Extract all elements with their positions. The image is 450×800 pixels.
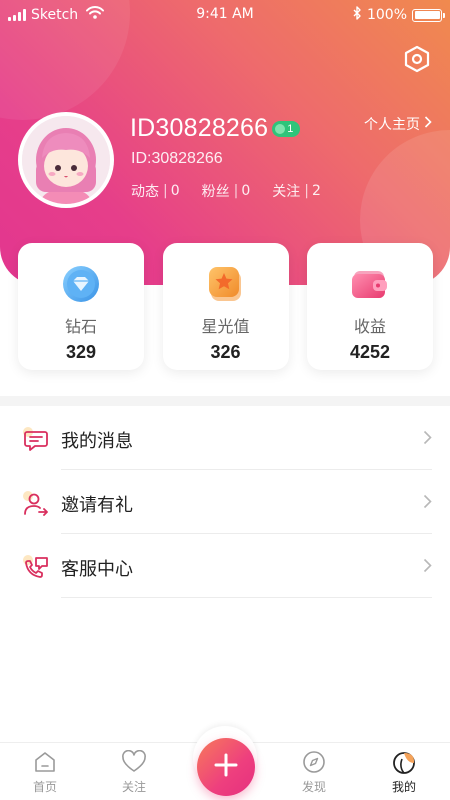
stat-label: 关注 [272,184,301,200]
stat-fans[interactable]: 粉丝 | 0 [202,181,251,201]
wallet-icon [351,265,389,303]
menu-label: 我的消息 [61,431,133,452]
card-value: 326 [210,342,241,362]
personal-homepage-link[interactable]: 个人主页 [364,114,432,134]
tab-label: 发现 [301,780,326,794]
asset-cards: 钻石 329 星光值 326 收益 4252 [18,243,433,370]
avatar-image [22,116,110,204]
star-icon [207,265,245,303]
tab-label: 首页 [32,780,57,794]
stat-following[interactable]: 关注 | 2 [272,181,321,201]
user-id: ID:30828266 [131,150,223,167]
tab-follow[interactable]: 关注 [104,749,164,795]
stat-value: 0 [241,183,251,199]
card-value: 329 [65,342,97,362]
menu-item-customer-service[interactable]: 客服中心 [0,534,450,598]
earnings-card[interactable]: 收益 4252 [307,243,433,370]
section-divider [0,396,450,406]
battery-icon [412,8,445,22]
menu-item-messages[interactable]: 我的消息 [0,406,450,470]
tab-label: 我的 [391,780,416,794]
username-text: ID30828266 [130,114,269,142]
chevron-right-icon [424,116,432,132]
home-icon [15,749,75,775]
message-icon [22,426,50,454]
profile-link-label: 个人主页 [364,117,420,133]
create-post-button[interactable] [197,738,255,796]
stat-value: 0 [170,183,180,199]
settings-hexagon-icon [404,45,430,77]
menu-divider [61,597,432,598]
card-label: 收益 [353,317,386,336]
chevron-right-icon [423,430,432,449]
stat-label: 动态 [131,184,159,200]
avatar[interactable] [18,112,114,208]
menu-list: 我的消息 邀请有礼 客服中心 [0,406,450,598]
username: ID30828266 1 [130,114,300,143]
card-value: 4252 [349,342,391,362]
compass-icon [284,749,344,775]
tab-discover[interactable]: 发现 [284,749,344,795]
battery-percent: 100% [366,7,407,23]
plus-icon [214,753,238,781]
diamond-card[interactable]: 钻石 329 [18,243,144,370]
menu-label: 邀请有礼 [61,495,133,516]
stat-posts[interactable]: 动态 | 0 [131,181,180,201]
invite-user-icon [22,490,50,518]
stat-value: 2 [312,183,321,199]
tab-home[interactable]: 首页 [15,749,75,795]
chevron-right-icon [423,494,432,513]
profile-stats: 动态 | 0 粉丝 | 0 关注 | 2 [131,181,321,201]
level-value: 1 [287,122,294,135]
stat-label: 粉丝 [201,184,230,200]
chevron-right-icon [423,558,432,577]
customer-service-icon [22,554,50,582]
bluetooth-icon [353,6,362,24]
card-label: 钻石 [64,317,97,336]
menu-label: 客服中心 [61,559,133,580]
menu-item-invite[interactable]: 邀请有礼 [0,470,450,534]
tab-label: 关注 [121,780,146,794]
profile-tab-icon [374,749,434,775]
level-badge: 1 [272,120,300,137]
heart-icon [104,749,164,775]
diamond-icon [62,265,100,303]
card-label: 星光值 [201,317,250,336]
tab-mine[interactable]: 我的 [374,749,434,795]
starlight-card[interactable]: 星光值 326 [162,243,289,370]
settings-button[interactable] [402,45,432,77]
level-icon [275,123,286,134]
status-bar: Sketch 9:41 AM 100% [0,0,450,28]
